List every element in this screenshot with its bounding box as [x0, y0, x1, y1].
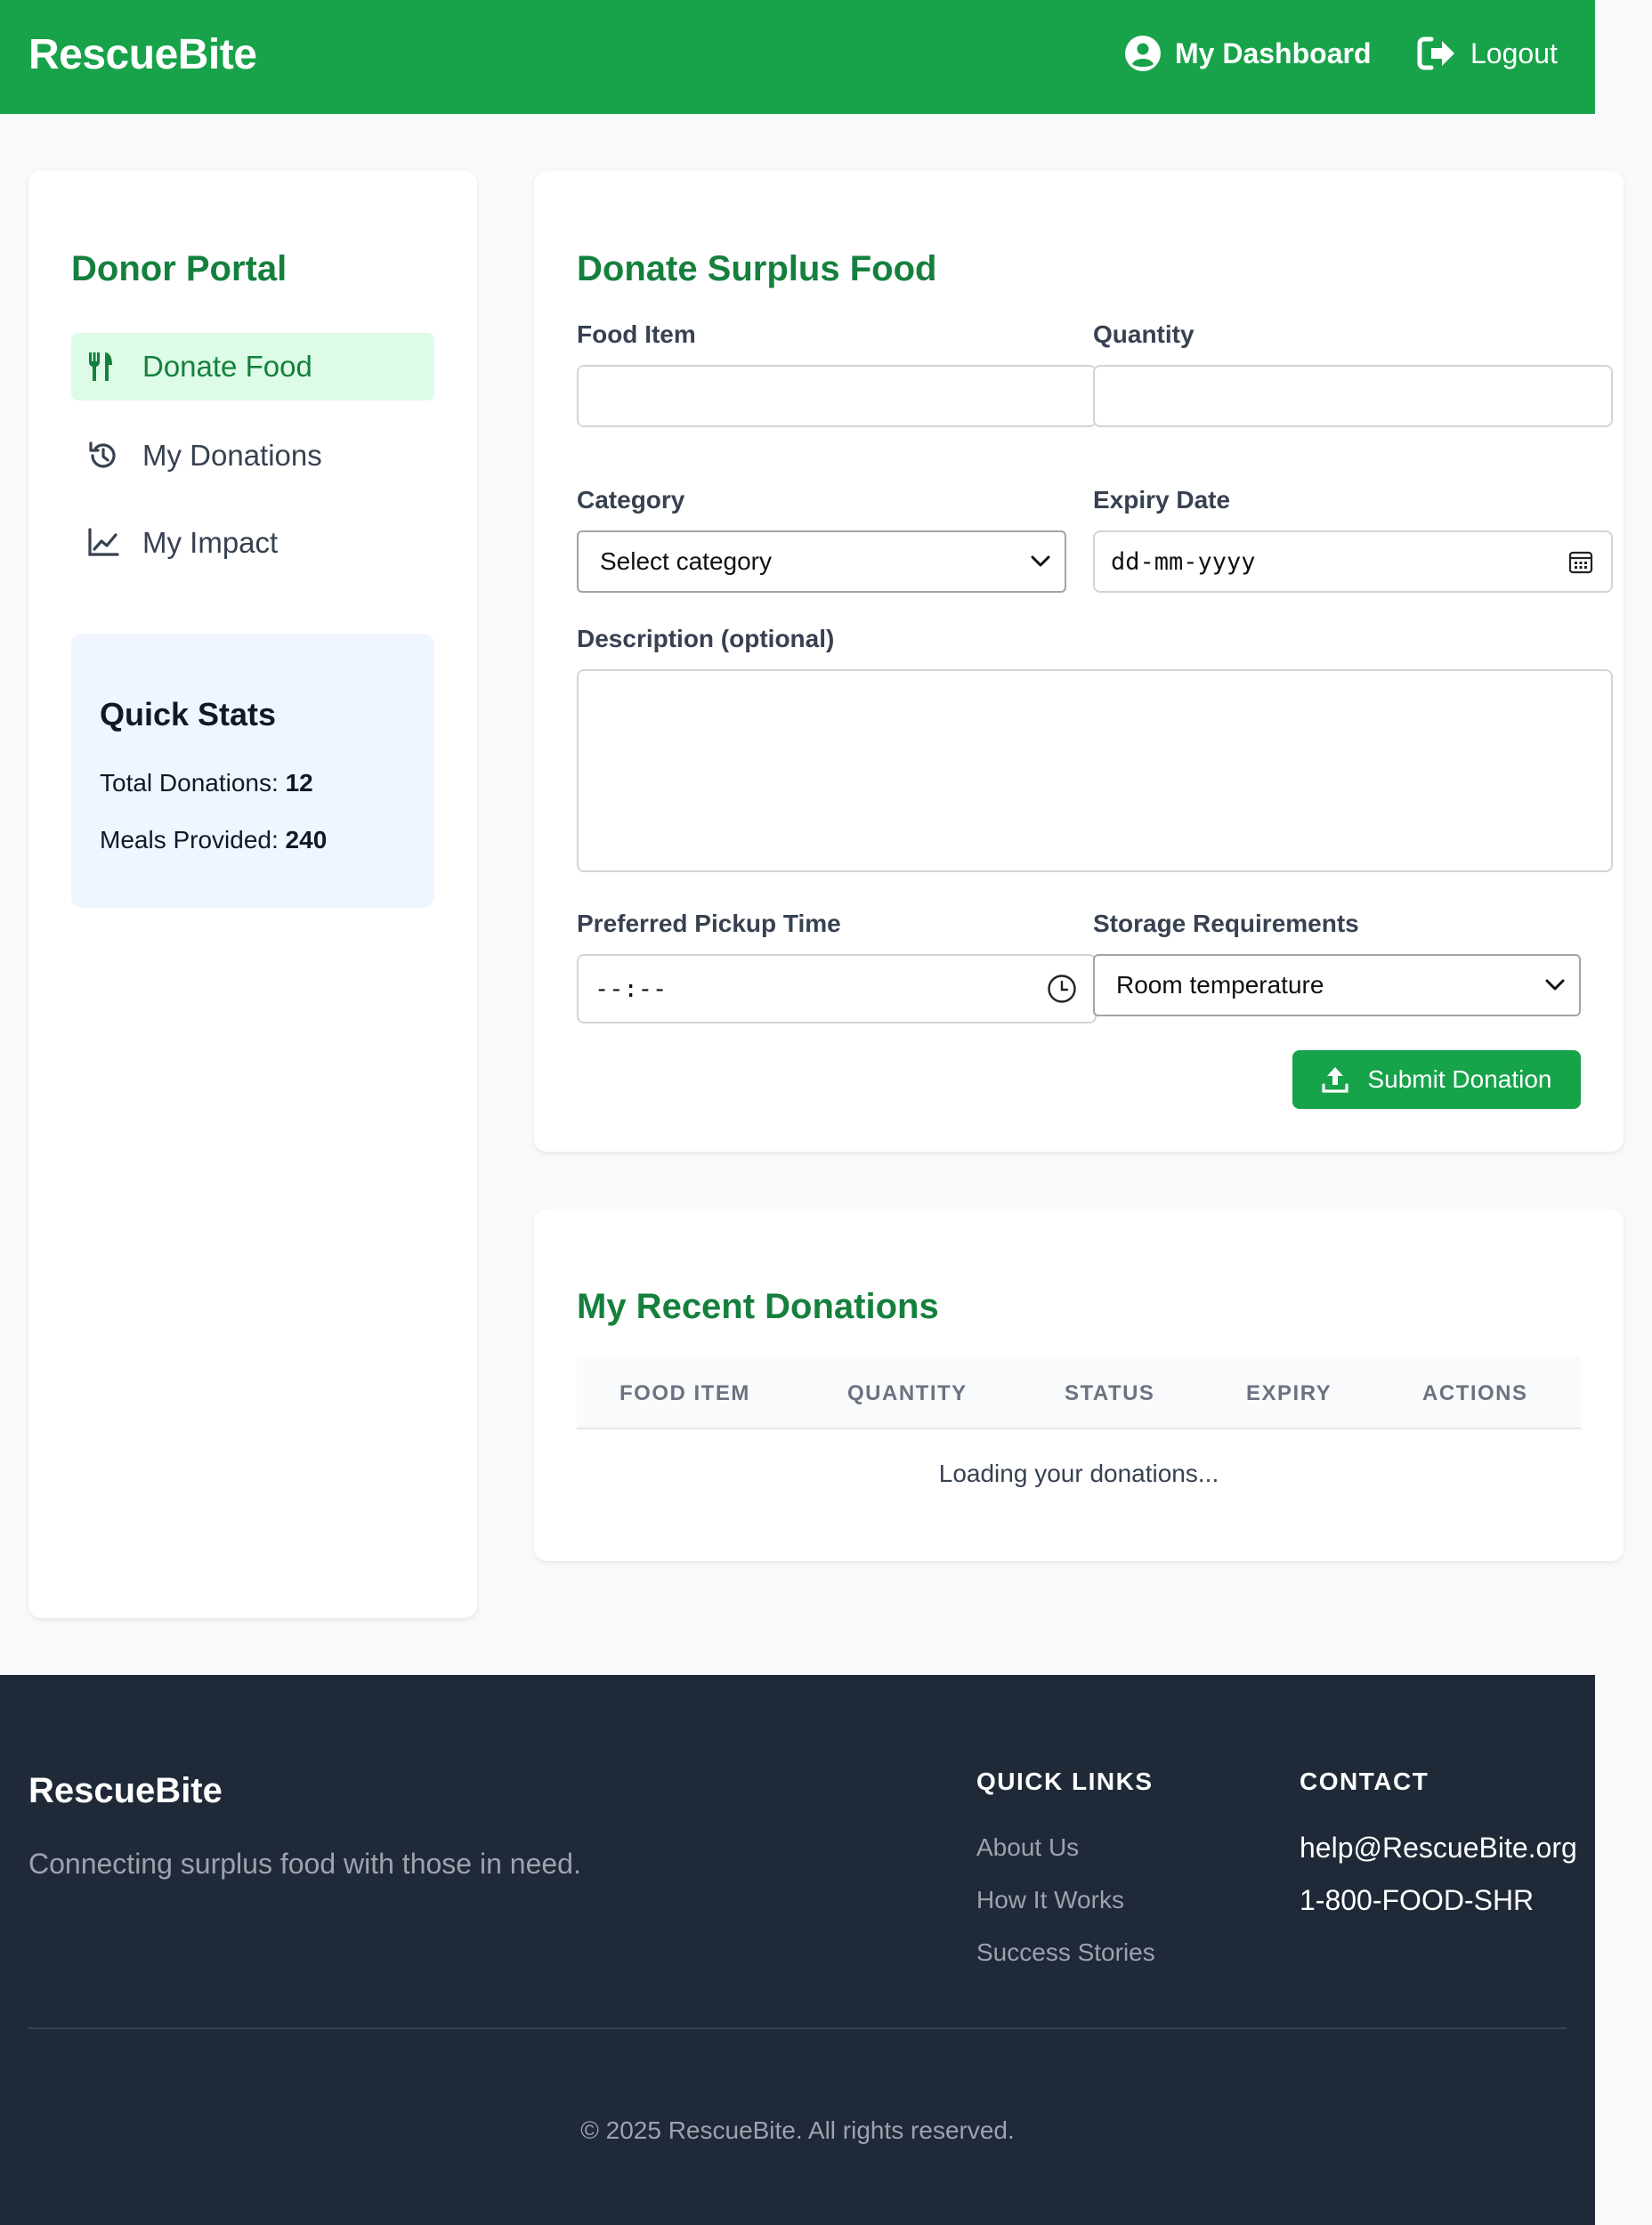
sidebar-title: Donor Portal [71, 249, 287, 288]
storage-selected: Room temperature [1116, 971, 1324, 999]
total-donations-stat: Total Donations: 12 [100, 769, 313, 797]
logout-label: Logout [1470, 36, 1558, 69]
expiry-date-label: Expiry Date [1093, 486, 1231, 514]
food-item-input[interactable] [577, 365, 1097, 427]
category-label: Category [577, 486, 685, 514]
dashboard-link[interactable]: My Dashboard [1125, 36, 1371, 71]
footer-link-success-stories[interactable]: Success Stories [976, 1938, 1155, 1967]
user-circle-icon [1125, 36, 1161, 71]
top-navbar: RescueBite My Dashboard Logout [0, 0, 1595, 114]
description-textarea[interactable] [577, 669, 1613, 872]
chevron-down-icon [1545, 979, 1565, 991]
contact-heading: CONTACT [1300, 1768, 1429, 1795]
footer: RescueBite Connecting surplus food with … [0, 1675, 1595, 2225]
food-item-label: Food Item [577, 320, 696, 348]
total-donations-value: 12 [285, 769, 313, 797]
column-header-expiry: EXPIRY [1246, 1381, 1332, 1405]
description-label: Description (optional) [577, 625, 835, 652]
donate-form-card: Donate Surplus Food Food Item Quantity C… [534, 171, 1624, 1152]
expiry-date-input[interactable]: dd-mm-yyyy [1093, 530, 1613, 593]
quantity-input[interactable] [1093, 365, 1613, 427]
total-donations-label: Total Donations: [100, 769, 279, 797]
meals-provided-label: Meals Provided: [100, 826, 279, 854]
sign-out-icon [1417, 36, 1454, 70]
meals-provided-value: 240 [285, 826, 328, 854]
recent-donations-card: My Recent Donations FOOD ITEM QUANTITY S… [534, 1209, 1624, 1561]
donate-form-title: Donate Surplus Food [577, 249, 937, 288]
recent-donations-title: My Recent Donations [577, 1287, 939, 1326]
sidebar-item-my-donations[interactable]: My Donations [71, 422, 434, 490]
pickup-time-label: Preferred Pickup Time [577, 910, 841, 937]
submit-donation-label: Submit Donation [1367, 1065, 1552, 1093]
calendar-icon[interactable] [1568, 549, 1593, 574]
category-select[interactable]: Select category [577, 530, 1066, 593]
loading-message: Loading your donations... [938, 1460, 1219, 1487]
sidebar-item-my-impact[interactable]: My Impact [71, 509, 434, 577]
column-header-actions: ACTIONS [1422, 1381, 1528, 1405]
table-header: FOOD ITEM QUANTITY STATUS EXPIRY ACTIONS [577, 1356, 1581, 1429]
contact-email[interactable]: help@RescueBite.org [1300, 1832, 1577, 1865]
submit-donation-button[interactable]: Submit Donation [1292, 1050, 1581, 1109]
footer-link-how-it-works[interactable]: How It Works [976, 1886, 1124, 1914]
storage-select[interactable]: Room temperature [1093, 954, 1581, 1016]
column-header-food-item: FOOD ITEM [620, 1381, 750, 1405]
column-header-quantity: QUANTITY [847, 1381, 968, 1405]
column-header-status: STATUS [1065, 1381, 1155, 1405]
footer-brand: RescueBite [28, 1771, 223, 1810]
quick-stats-panel: Quick Stats Total Donations: 12 Meals Pr… [71, 634, 434, 908]
storage-label: Storage Requirements [1093, 910, 1359, 937]
sidebar-item-label: Donate Food [142, 350, 312, 383]
dashboard-label: My Dashboard [1175, 36, 1372, 69]
clock-icon[interactable] [1047, 974, 1077, 1004]
sidebar-item-label: My Donations [142, 439, 322, 472]
history-icon [87, 436, 126, 475]
footer-divider [28, 2027, 1567, 2029]
meals-provided-stat: Meals Provided: 240 [100, 826, 327, 854]
expiry-date-placeholder: dd-mm-yyyy [1111, 547, 1256, 576]
footer-copyright: © 2025 RescueBite. All rights reserved. [580, 2116, 1015, 2144]
chevron-down-icon [1031, 555, 1050, 567]
chart-line-icon [87, 523, 126, 562]
contact-phone: 1-800-FOOD-SHR [1300, 1884, 1535, 1916]
brand-logo[interactable]: RescueBite [28, 30, 257, 79]
quantity-label: Quantity [1093, 320, 1194, 348]
sidebar-item-label: My Impact [142, 526, 279, 559]
pickup-time-input[interactable]: --:-- [577, 954, 1097, 1024]
upload-icon [1322, 1067, 1349, 1093]
quick-links-heading: QUICK LINKS [976, 1768, 1154, 1795]
sidebar: Donor Portal Donate Food My Donations My… [28, 171, 477, 1618]
footer-tagline: Connecting surplus food with those in ne… [28, 1848, 581, 1880]
sidebar-item-donate-food[interactable]: Donate Food [71, 333, 434, 400]
utensils-icon [87, 347, 126, 386]
logout-link[interactable]: Logout [1417, 36, 1558, 71]
category-selected: Select category [600, 547, 772, 575]
quick-stats-title: Quick Stats [100, 696, 277, 732]
pickup-time-placeholder: --:-- [595, 975, 668, 1003]
footer-link-about-us[interactable]: About Us [976, 1833, 1079, 1862]
